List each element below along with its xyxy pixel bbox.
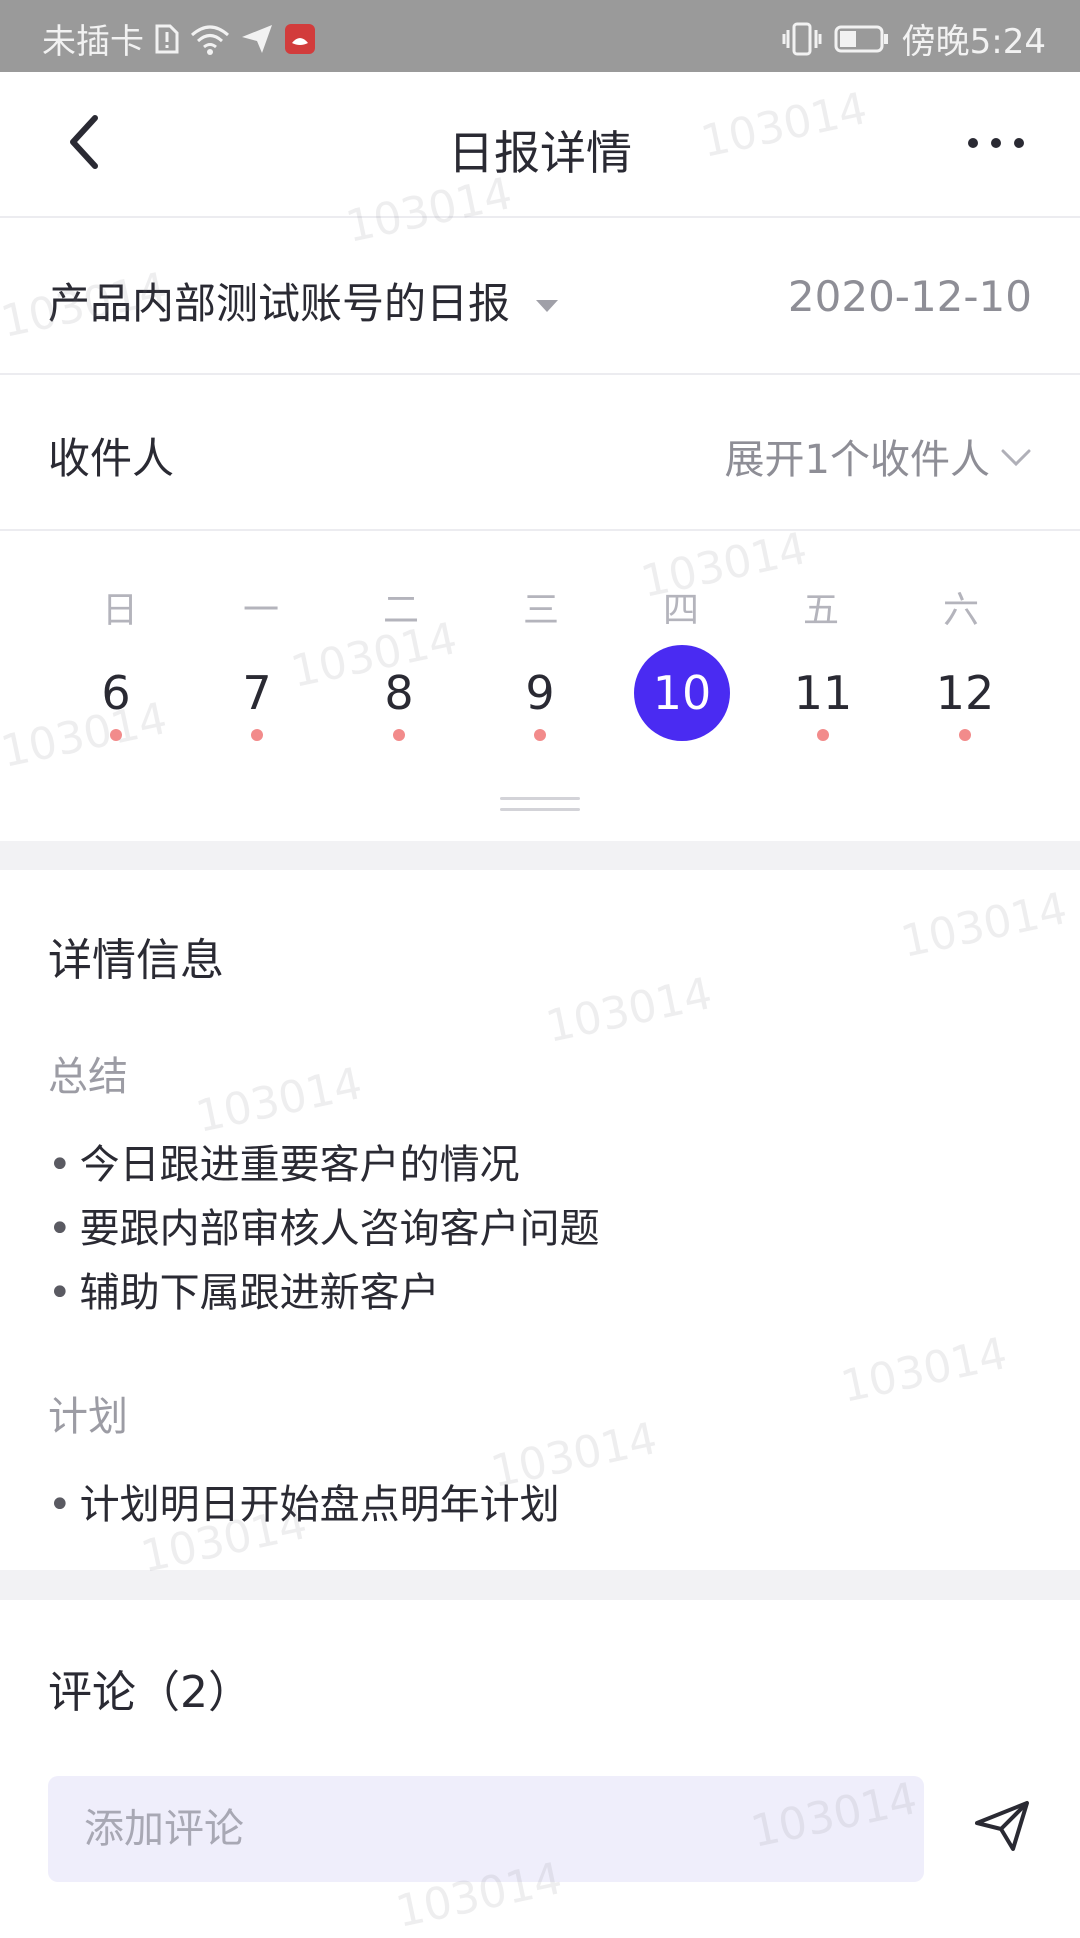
day-number: 11 (793, 666, 853, 720)
summary-item: 今日跟进重要客户的情况 (48, 1132, 520, 1190)
comments-title: 评论（2） (48, 1667, 252, 1718)
calendar-day-selected[interactable]: 10 (632, 645, 732, 741)
day-number: 7 (242, 666, 272, 720)
summary-item: 要跟内部审核人咨询客户问题 (48, 1196, 600, 1254)
sim-error-icon (154, 23, 180, 55)
calendar-day[interactable]: 8 (349, 665, 449, 741)
more-horizontal-icon (966, 135, 1026, 154)
day-number: 9 (525, 666, 555, 720)
weekday-label: 四 (662, 590, 699, 631)
selected-day-number: 10 (634, 645, 730, 741)
weekday-label: 三 (522, 590, 559, 631)
report-dot (251, 729, 263, 741)
weekday-header: 日 一 二 三 四 五 六 (0, 581, 1080, 631)
report-dot (959, 729, 971, 741)
send-icon (973, 1799, 1031, 1857)
recipients-label: 收件人 (48, 434, 175, 483)
nav-bar: 日报详情 (0, 72, 1080, 218)
calendar-day[interactable]: 9 (490, 665, 590, 741)
week-calendar: 日 一 二 三 四 五 六 6 7 8 9 10 11 12 (0, 531, 1080, 841)
report-selector-row[interactable]: 产品内部测试账号的日报 2020-12-10 (0, 218, 1080, 375)
day-number: 6 (101, 666, 131, 720)
calendar-drag-handle[interactable] (500, 797, 580, 817)
weekday-label: 一 (242, 590, 279, 631)
plan-item: 计划明日开始盘点明年计划 (48, 1472, 560, 1530)
section-divider (0, 1570, 1080, 1600)
send-comment-button[interactable] (970, 1796, 1034, 1860)
calendar-day[interactable]: 7 (207, 665, 307, 741)
comment-input[interactable] (48, 1776, 940, 1882)
report-date: 2020-12-10 (787, 272, 1032, 321)
details-section: 详情信息 总结 今日跟进重要客户的情况 要跟内部审核人咨询客户问题 辅助下属跟进… (0, 870, 1080, 1570)
summary-label: 总结 (48, 1054, 128, 1100)
calendar-day[interactable]: 6 (66, 665, 166, 741)
calendar-day[interactable]: 12 (915, 665, 1015, 741)
section-divider (0, 841, 1080, 870)
status-time: 傍晚5:24 (901, 22, 1046, 62)
report-dot (534, 729, 546, 741)
report-selector[interactable]: 产品内部测试账号的日报 (48, 270, 560, 331)
caret-down-icon (534, 276, 560, 325)
wifi-icon (190, 23, 230, 55)
day-number: 8 (384, 666, 414, 720)
details-title: 详情信息 (48, 935, 224, 986)
expand-recipients-label: 展开1个收件人 (724, 437, 990, 483)
weekday-label: 六 (942, 590, 979, 631)
app-notification-icon (284, 23, 316, 55)
calendar-day[interactable]: 11 (773, 665, 873, 741)
weekday-label: 日 (101, 590, 138, 631)
report-title: 产品内部测试账号的日报 (48, 279, 511, 328)
comments-section: 评论（2） (0, 1600, 1080, 1920)
day-number: 12 (935, 666, 995, 720)
page-title: 日报详情 (448, 126, 632, 180)
plan-label: 计划 (48, 1394, 128, 1440)
comment-input-box (48, 1776, 940, 1882)
expand-recipients-button[interactable]: 展开1个收件人 (725, 427, 1032, 485)
recipients-row: 收件人 展开1个收件人 (0, 375, 1080, 531)
more-button[interactable] (956, 120, 1036, 168)
chevron-down-icon (1000, 433, 1032, 479)
carrier-text: 未插卡 (42, 22, 144, 62)
weekday-label: 二 (382, 590, 419, 631)
report-dot (110, 729, 122, 741)
report-dot (393, 729, 405, 741)
weekday-label: 五 (802, 590, 839, 631)
status-bar: 未插卡 傍晚5:24 (0, 0, 1080, 72)
summary-item: 辅助下属跟进新客户 (48, 1260, 440, 1318)
send-location-icon (240, 23, 274, 55)
report-dot (817, 729, 829, 741)
battery-icon (834, 24, 890, 54)
vibrate-icon (782, 22, 822, 56)
